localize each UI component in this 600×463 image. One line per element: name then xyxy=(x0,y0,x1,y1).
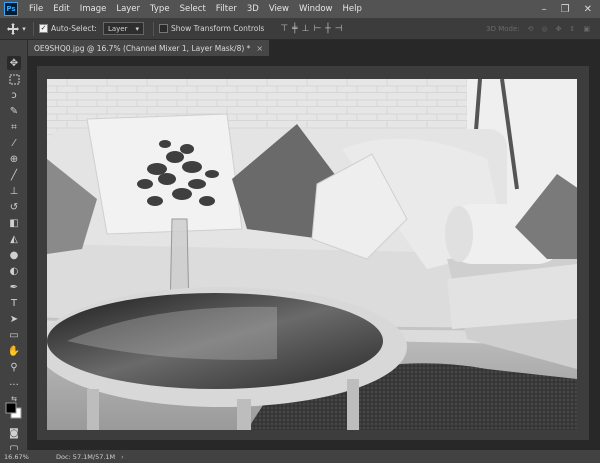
auto-select-checkbox[interactable]: ✓ xyxy=(39,24,48,33)
auto-select-label: Auto-Select: xyxy=(51,24,97,33)
menu-type[interactable]: Type xyxy=(145,0,175,18)
menu-file[interactable]: File xyxy=(24,0,48,18)
move-tool-preset-icon[interactable] xyxy=(6,22,20,36)
document-tab[interactable]: OE9SHQ0.jpg @ 16.7% (Channel Mixer 1, La… xyxy=(28,40,271,56)
menu-view[interactable]: View xyxy=(264,0,294,18)
status-bar: 16.67% Doc: 57.1M/57.1M › xyxy=(0,450,600,463)
options-bar: ▾ ✓ Auto-Select: Layer ▾ Show Transform … xyxy=(0,18,600,40)
3d-pan-icon[interactable]: ✥ xyxy=(556,25,562,33)
menu-select[interactable]: Select xyxy=(175,0,211,18)
healing-brush-tool-icon[interactable]: ⊕ xyxy=(7,152,21,166)
menu-filter[interactable]: Filter xyxy=(211,0,242,18)
type-tool-icon[interactable]: T xyxy=(7,296,21,310)
eraser-tool-icon[interactable]: ◧ xyxy=(7,216,21,230)
align-bottom-icon[interactable]: ⊥ xyxy=(302,24,310,34)
hand-tool-icon[interactable]: ✋ xyxy=(7,344,21,358)
show-transform-checkbox[interactable] xyxy=(158,24,168,33)
gradient-tool-icon[interactable]: ◭ xyxy=(7,232,21,246)
show-transform-label: Show Transform Controls xyxy=(170,24,265,33)
document-tab-title: OE9SHQ0.jpg @ 16.7% (Channel Mixer 1, La… xyxy=(34,43,251,53)
menu-bar: Ps File Edit Image Layer Type Select Fil… xyxy=(0,0,600,18)
crop-tool-icon[interactable]: ⌗ xyxy=(7,120,21,134)
3d-scale-icon[interactable]: ▣ xyxy=(583,25,590,33)
path-selection-tool-icon[interactable]: ➤ xyxy=(7,312,21,326)
restore-icon[interactable]: ❐ xyxy=(561,4,570,15)
doc-info: Doc: 57.1M/57.1M › xyxy=(56,453,124,461)
menu-help[interactable]: Help xyxy=(338,0,367,18)
photo-grayscale-livingroom xyxy=(47,79,577,430)
chevron-down-icon[interactable]: ▾ xyxy=(20,22,28,36)
blur-tool-icon[interactable]: ● xyxy=(7,248,21,262)
window-controls: – ❐ ✕ xyxy=(542,4,600,15)
document-canvas-area[interactable] xyxy=(37,66,589,440)
separator xyxy=(33,21,34,36)
quick-select-tool-icon[interactable]: ✎ xyxy=(7,104,21,118)
auto-select-target-dropdown[interactable]: Layer ▾ xyxy=(102,22,144,35)
align-left-icon[interactable]: ⊢ xyxy=(313,24,321,34)
align-center-icon[interactable]: ┼ xyxy=(325,24,330,34)
3d-mode-label: 3D Mode: xyxy=(486,24,520,33)
pen-tool-icon[interactable]: ✒ xyxy=(7,280,21,294)
3d-rotate-icon[interactable]: ⟲ xyxy=(528,25,534,33)
close-icon[interactable]: ✕ xyxy=(584,4,592,15)
align-top-icon[interactable]: ⊤ xyxy=(280,24,288,34)
quick-mask-icon[interactable]: ◙ xyxy=(7,426,21,440)
marquee-tool-icon[interactable] xyxy=(7,72,21,86)
3d-roll-icon[interactable]: ◎ xyxy=(542,25,548,33)
chevron-down-icon: ▾ xyxy=(135,24,139,33)
menu-3d[interactable]: 3D xyxy=(242,0,264,18)
more-tools-icon[interactable]: ··· xyxy=(7,378,21,392)
zoom-level[interactable]: 16.67% xyxy=(0,453,56,461)
doc-size: Doc: 57.1M/57.1M xyxy=(56,452,116,461)
chevron-right-icon[interactable]: › xyxy=(121,453,124,461)
menu-image[interactable]: Image xyxy=(75,0,112,18)
menu-layer[interactable]: Layer xyxy=(111,0,145,18)
lasso-tool-icon[interactable]: ↄ xyxy=(7,88,21,102)
document-image[interactable] xyxy=(47,79,577,430)
photoshop-logo-icon[interactable]: Ps xyxy=(4,2,18,16)
brush-tool-icon[interactable]: ╱ xyxy=(7,168,21,182)
minimize-icon[interactable]: – xyxy=(542,4,547,15)
dodge-tool-icon[interactable]: ◐ xyxy=(7,264,21,278)
color-swatches-icon[interactable] xyxy=(5,402,23,420)
canvas-workspace xyxy=(28,56,600,450)
align-controls: ⊤ ╪ ⊥ ⊢ ┼ ⊣ xyxy=(280,24,342,34)
history-brush-tool-icon[interactable]: ↺ xyxy=(7,200,21,214)
tools-panel: ✥ ↄ ✎ ⌗ ⁄ ⊕ ╱ ⊥ ↺ ◧ ◭ ● ◐ ✒ T ➤ ▭ ✋ ⚲ ··… xyxy=(0,40,28,455)
eyedropper-tool-icon[interactable]: ⁄ xyxy=(7,136,21,150)
3d-mode-controls: 3D Mode: ⟲ ◎ ✥ ⇕ ▣ xyxy=(486,25,590,33)
separator xyxy=(152,21,154,36)
document-tab-bar: OE9SHQ0.jpg @ 16.7% (Channel Mixer 1, La… xyxy=(28,40,600,56)
align-right-icon[interactable]: ⊣ xyxy=(335,24,343,34)
zoom-tool-icon[interactable]: ⚲ xyxy=(7,360,21,374)
3d-slide-icon[interactable]: ⇕ xyxy=(570,25,576,33)
menu-edit[interactable]: Edit xyxy=(48,0,74,18)
rectangle-tool-icon[interactable]: ▭ xyxy=(7,328,21,342)
menu-window[interactable]: Window xyxy=(294,0,338,18)
move-tool-icon[interactable]: ✥ xyxy=(7,56,21,70)
align-middle-icon[interactable]: ╪ xyxy=(292,24,297,34)
tab-close-icon[interactable]: × xyxy=(256,44,263,53)
auto-select-target-value: Layer xyxy=(107,24,128,33)
clone-stamp-tool-icon[interactable]: ⊥ xyxy=(7,184,21,198)
